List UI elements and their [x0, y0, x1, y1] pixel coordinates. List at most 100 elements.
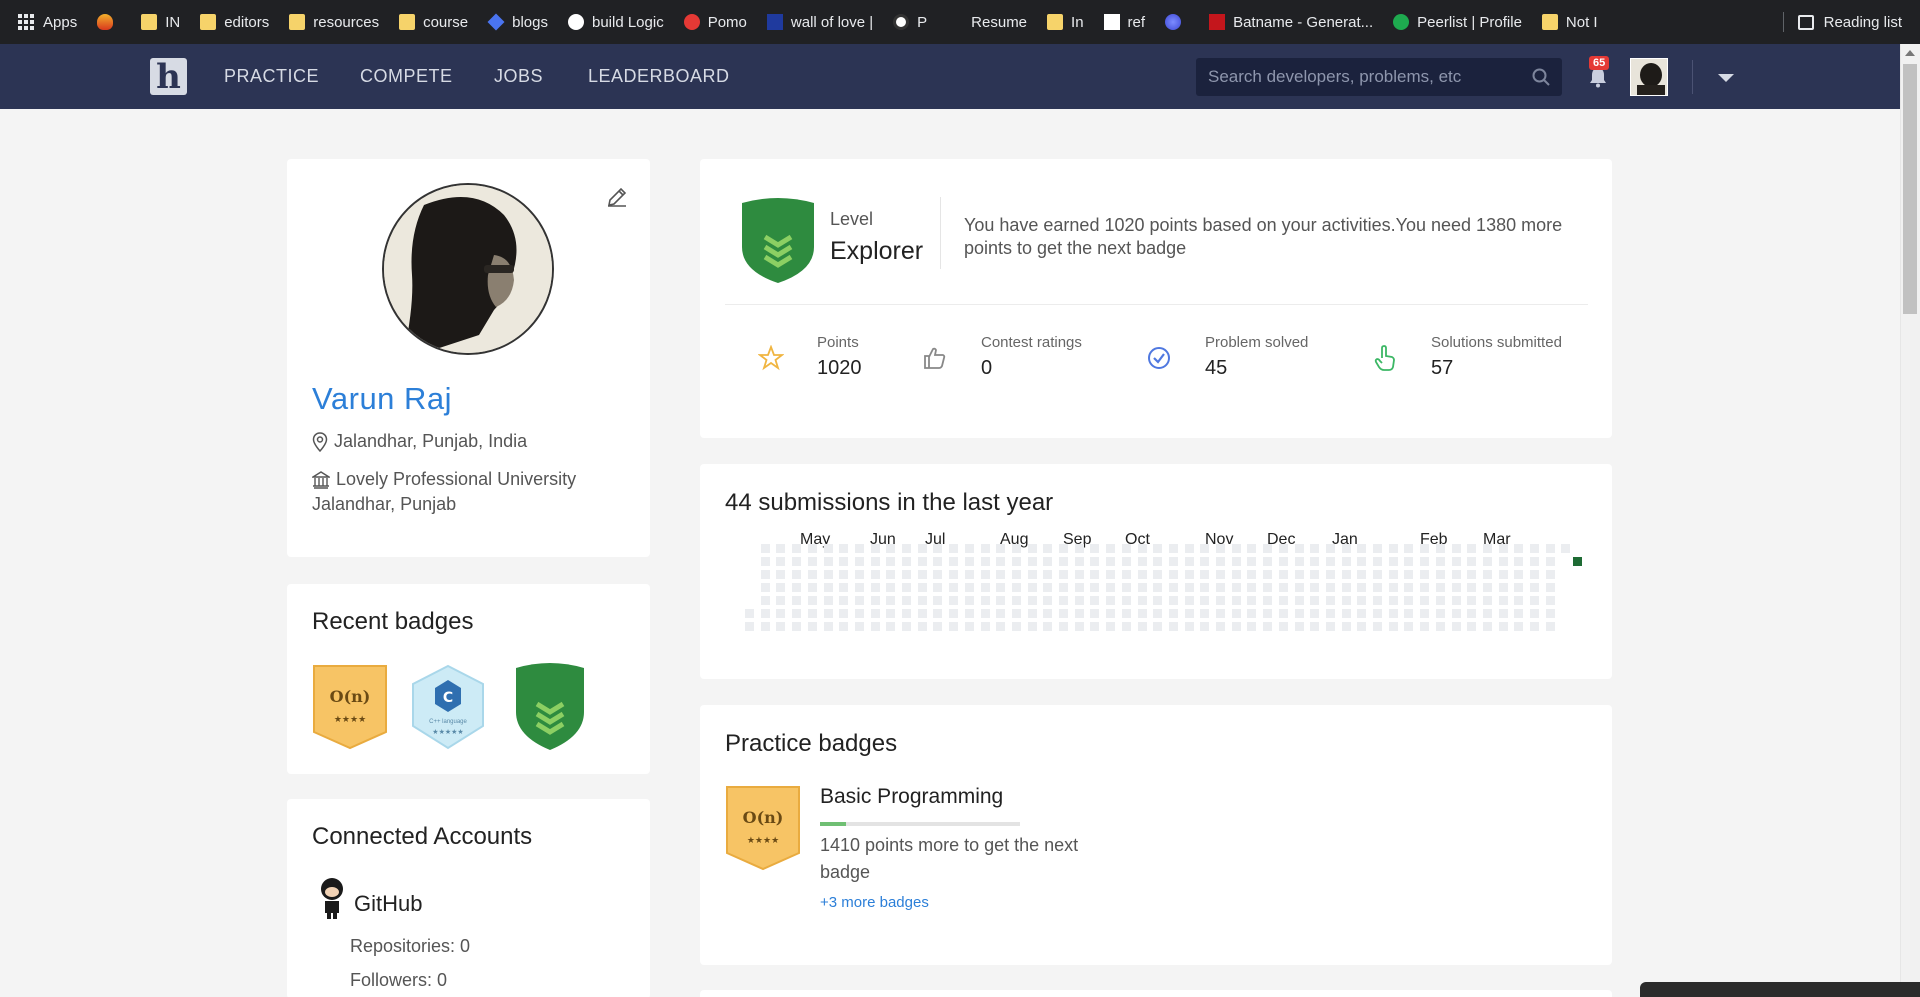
heatmap-cell[interactable] [760, 609, 770, 618]
heatmap-cell[interactable] [1200, 622, 1210, 631]
heatmap-cell[interactable] [996, 557, 1006, 566]
heatmap-cell[interactable] [996, 622, 1006, 631]
heatmap-cell[interactable] [1545, 570, 1555, 579]
heatmap-cell[interactable] [1106, 557, 1116, 566]
heatmap-cell[interactable] [1467, 622, 1477, 631]
heatmap-cell[interactable] [902, 622, 911, 631]
heatmap-cell[interactable] [792, 622, 802, 631]
heatmap-cell[interactable] [776, 570, 786, 579]
heatmap-cell[interactable] [807, 622, 817, 631]
heatmap-cell[interactable] [949, 596, 959, 605]
heatmap-cell[interactable] [1263, 557, 1273, 566]
heatmap-cell[interactable] [1310, 596, 1320, 605]
heatmap-cell[interactable] [1514, 557, 1524, 566]
heatmap-cell[interactable] [1011, 609, 1021, 618]
heatmap-cell[interactable] [1137, 609, 1147, 618]
heatmap-cell[interactable] [807, 557, 817, 566]
heatmap-cell[interactable] [1200, 609, 1210, 618]
heatmap-cell[interactable] [1325, 583, 1335, 592]
heatmap-cell[interactable] [980, 622, 990, 631]
heatmap-cell[interactable] [1341, 622, 1351, 631]
heatmap-cell[interactable] [1373, 557, 1382, 566]
heatmap-cell[interactable] [854, 622, 864, 631]
heatmap-cell[interactable] [1482, 557, 1492, 566]
bookmark-item[interactable]: P [893, 14, 927, 31]
heatmap-cell[interactable] [1200, 544, 1210, 553]
heatmap-cell[interactable] [854, 557, 864, 566]
heatmap-cell[interactable] [1514, 622, 1524, 631]
heatmap-cell[interactable] [1184, 544, 1194, 553]
heatmap-cell[interactable] [1216, 583, 1225, 592]
heatmap-cell[interactable] [917, 583, 927, 592]
heatmap-cell[interactable] [1074, 544, 1084, 553]
scrollbar-thumb[interactable] [1903, 64, 1917, 314]
bookmark-item[interactable]: Not I [1541, 14, 1598, 31]
heatmap-cell[interactable] [792, 596, 802, 605]
heatmap-cell[interactable] [1278, 557, 1288, 566]
apps-shortcut[interactable]: Apps [18, 14, 77, 31]
heatmap-cell[interactable] [1420, 622, 1430, 631]
heatmap-cell[interactable] [1121, 557, 1131, 566]
heatmap-cell[interactable] [1059, 609, 1068, 618]
heatmap-cell[interactable] [1278, 583, 1288, 592]
heatmap-cell[interactable] [1404, 609, 1414, 618]
heatmap-cell[interactable] [1090, 544, 1100, 553]
heatmap-cell[interactable] [1373, 622, 1382, 631]
bookmark-item[interactable]: blogs [487, 14, 548, 31]
heatmap-cell[interactable] [1467, 557, 1477, 566]
heatmap-cell[interactable] [1467, 544, 1477, 553]
heatmap-cell[interactable] [1498, 557, 1508, 566]
heatmap-cell[interactable] [1530, 557, 1539, 566]
bookmark-item[interactable]: Resume [947, 14, 1027, 31]
heatmap-cell[interactable] [1498, 609, 1508, 618]
heatmap-cell[interactable] [839, 583, 849, 592]
heatmap-cell[interactable] [964, 583, 974, 592]
heatmap-cell[interactable] [1200, 596, 1210, 605]
heatmap-cell[interactable] [1482, 570, 1492, 579]
heatmap-cell[interactable] [1325, 570, 1335, 579]
heatmap-cell[interactable] [760, 596, 770, 605]
heatmap-cell[interactable] [1435, 609, 1445, 618]
heatmap-cell[interactable] [1341, 596, 1351, 605]
heatmap-cell[interactable] [1530, 570, 1539, 579]
edit-icon[interactable] [605, 185, 629, 209]
heatmap-cell[interactable] [1090, 596, 1100, 605]
heatmap-cell[interactable] [1200, 583, 1210, 592]
heatmap-cell[interactable] [1121, 544, 1131, 553]
heatmap-cell[interactable] [949, 544, 959, 553]
heatmap-cell[interactable] [1106, 622, 1116, 631]
heatmap-cell[interactable] [902, 583, 911, 592]
heatmap-cell[interactable] [1231, 622, 1241, 631]
heatmap-cell[interactable] [760, 622, 770, 631]
heatmap-cell[interactable] [1278, 609, 1288, 618]
nav-jobs[interactable]: JOBS [494, 66, 543, 87]
heatmap-cell[interactable] [1011, 622, 1021, 631]
heatmap-cell[interactable] [1404, 622, 1414, 631]
heatmap-cell[interactable] [1373, 609, 1382, 618]
heatmap-cell[interactable] [1514, 596, 1524, 605]
heatmap-cell[interactable] [980, 596, 990, 605]
heatmap-cell[interactable] [1137, 583, 1147, 592]
heatmap-cell[interactable] [854, 570, 864, 579]
heatmap-cell[interactable] [949, 557, 959, 566]
heatmap-cell[interactable] [792, 570, 802, 579]
bookmark-item[interactable]: build Logic [567, 14, 664, 31]
heatmap-cell[interactable] [996, 544, 1006, 553]
heatmap-cell[interactable] [1498, 544, 1508, 553]
heatmap-cell[interactable] [996, 596, 1006, 605]
heatmap-cell[interactable] [1027, 583, 1037, 592]
heatmap-cell[interactable] [1404, 544, 1414, 553]
cpp-badge-icon[interactable]: C C++ language ★★★★★ [411, 664, 485, 750]
heatmap-cell[interactable] [1294, 570, 1304, 579]
heatmap-cell[interactable] [1373, 570, 1382, 579]
heatmap-cell[interactable] [1545, 596, 1555, 605]
heatmap-cell[interactable] [1168, 583, 1178, 592]
bookmark-item[interactable]: ref [1103, 14, 1145, 31]
heatmap-cell[interactable] [1043, 544, 1053, 553]
heatmap-cell[interactable] [776, 622, 786, 631]
heatmap-cell[interactable] [933, 622, 943, 631]
heatmap-cell[interactable] [1137, 544, 1147, 553]
heatmap-cell[interactable] [1530, 622, 1539, 631]
heatmap-cell[interactable] [870, 557, 880, 566]
heatmap-cell[interactable] [1482, 544, 1492, 553]
